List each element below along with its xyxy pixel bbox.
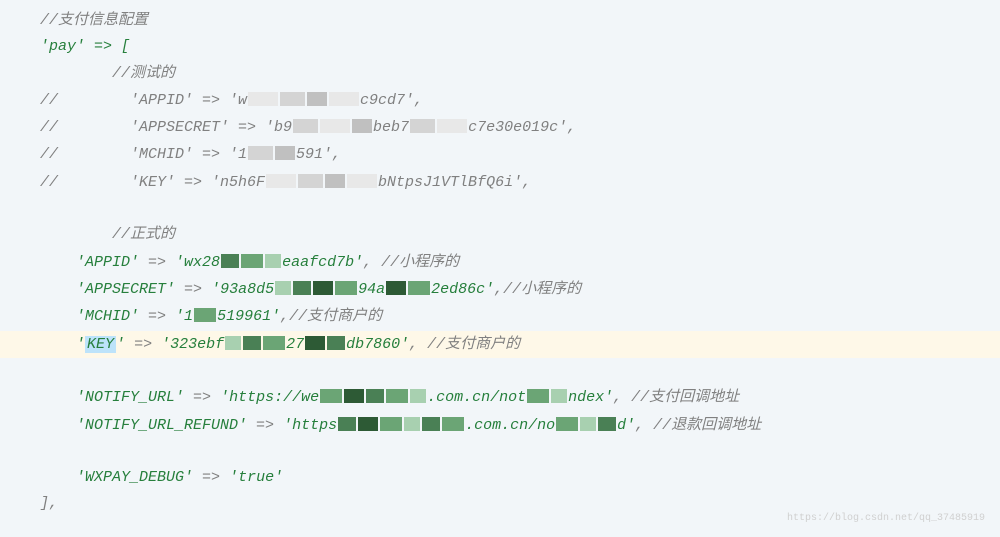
config-key: 'WXPAY_DEBUG' <box>76 469 193 486</box>
commented-code: // 'KEY' => 'n5h6F <box>40 174 265 191</box>
config-key: 'NOTIFY_URL' <box>76 389 184 406</box>
redacted-region <box>274 276 358 302</box>
redacted-region <box>409 114 468 140</box>
code-line: //测试的 <box>40 61 960 87</box>
redacted-region <box>247 87 360 113</box>
redacted-region <box>337 412 465 438</box>
code-line: // 'KEY' => 'n5h6FbNtpsJ1VTlBfQ6i', <box>40 169 960 196</box>
redacted-region <box>224 331 286 357</box>
code-line: // 'APPID' => 'wc9cd7', <box>40 87 960 114</box>
code-line: // 'MCHID' => '1591', <box>40 141 960 168</box>
redacted-region <box>526 384 568 410</box>
redacted-region <box>193 303 217 329</box>
redacted-region <box>247 141 296 167</box>
code-line: //支付信息配置 <box>40 8 960 34</box>
empty-line <box>40 358 960 384</box>
code-line: //正式的 <box>40 222 960 248</box>
redacted-region <box>385 276 431 302</box>
code-line: 'pay' => [ <box>40 34 960 60</box>
redacted-region <box>319 384 427 410</box>
comment-text: //测试的 <box>112 65 175 82</box>
code-line: 'APPID' => 'wx28eaafcd7b', //小程序的 <box>40 249 960 276</box>
config-key: 'NOTIFY_URL_REFUND' <box>76 417 247 434</box>
empty-line <box>40 439 960 465</box>
close-bracket: ], <box>40 495 58 512</box>
config-key: 'APPID' <box>76 254 139 271</box>
code-line: 'MCHID' => '1519961',//支付商户的 <box>40 303 960 330</box>
config-key: 'KEY' <box>76 336 125 353</box>
code-line: 'NOTIFY_URL' => 'https://we.com.cn/notnd… <box>40 384 960 411</box>
empty-line <box>40 196 960 222</box>
commented-code: // 'APPSECRET' => 'b9 <box>40 119 292 136</box>
code-line: // 'APPSECRET' => 'b9beb7c7e30e019c', <box>40 114 960 141</box>
redacted-region <box>304 331 346 357</box>
commented-code: // 'APPID' => 'w <box>40 92 247 109</box>
code-line: 'WXPAY_DEBUG' => 'true' <box>40 465 960 491</box>
config-key: 'APPSECRET' <box>76 281 175 298</box>
redacted-region <box>292 114 373 140</box>
array-key: 'pay' => [ <box>40 38 130 55</box>
redacted-region <box>220 249 282 275</box>
code-line: 'NOTIFY_URL_REFUND' => 'https.com.cn/nod… <box>40 412 960 439</box>
comment-text: //支付信息配置 <box>40 12 148 29</box>
config-key: 'MCHID' <box>76 308 139 325</box>
redacted-region <box>265 169 378 195</box>
code-line-highlighted: 'KEY' => '323ebf27db7860', //支付商户的 <box>0 331 1000 358</box>
code-block: //支付信息配置 'pay' => [ //测试的 // 'APPID' => … <box>0 8 1000 518</box>
redacted-region <box>555 412 617 438</box>
code-line: 'APPSECRET' => '93a8d594a2ed86c',//小程序的 <box>40 276 960 303</box>
comment-text: //正式的 <box>112 226 175 243</box>
commented-code: // 'MCHID' => '1 <box>40 147 247 164</box>
watermark-text: https://blog.csdn.net/qq_37485919 <box>787 510 985 528</box>
